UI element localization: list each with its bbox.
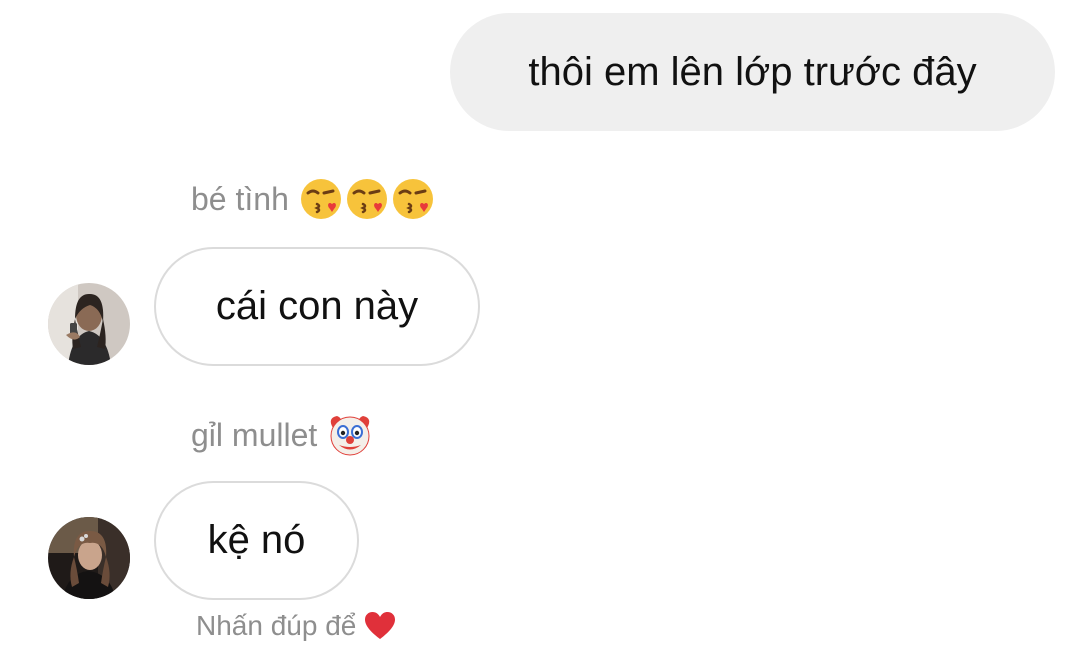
message-text: kệ nó bbox=[207, 518, 306, 562]
sender-name-row: bé tình bbox=[191, 176, 437, 222]
sender-name: gỉl mullet bbox=[191, 416, 318, 453]
sender-name: bé tình bbox=[191, 180, 289, 217]
incoming-message-bubble[interactable]: cái con này bbox=[154, 247, 480, 366]
hint-text: Nhấn đúp để bbox=[196, 610, 357, 641]
outgoing-message-bubble[interactable]: thôi em lên lớp trước đây bbox=[450, 13, 1055, 131]
avatar[interactable] bbox=[48, 517, 130, 599]
message-text: cái con này bbox=[215, 284, 419, 328]
clown-emoji-icon bbox=[327, 412, 373, 458]
double-tap-hint: Nhấn đúp để bbox=[196, 610, 396, 642]
incoming-message-bubble[interactable]: kệ nó bbox=[154, 481, 359, 600]
sender-name-row: gỉl mullet bbox=[191, 412, 373, 458]
message-text: thôi em lên lớp trước đây bbox=[528, 49, 977, 94]
chat-thread: thôi em lên lớp trước đây bé tình cái co… bbox=[0, 0, 1080, 668]
heart-icon bbox=[364, 611, 396, 641]
avatar[interactable] bbox=[48, 283, 130, 365]
kiss-emoji-icon bbox=[299, 176, 437, 222]
